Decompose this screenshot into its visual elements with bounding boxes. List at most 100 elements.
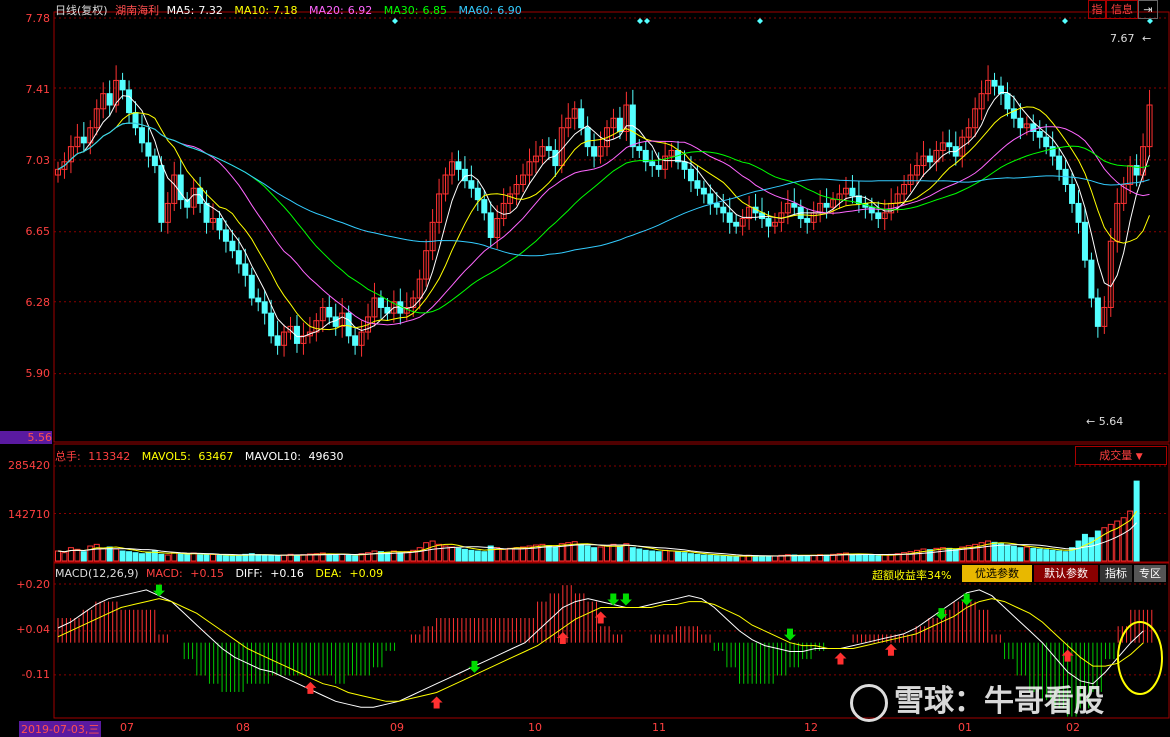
candle-body (823, 202, 830, 208)
signal-arrows (152, 18, 1153, 709)
volume-bar (765, 555, 772, 562)
volume-bar (675, 551, 682, 562)
candle-body (455, 161, 462, 170)
candle-body (991, 79, 998, 87)
volume-bar (281, 554, 288, 562)
volume-bar (126, 551, 133, 562)
mavol5-line (57, 510, 1138, 557)
low-price-label: ← 5.64 (1086, 415, 1124, 428)
diff-value: DIFF: +0.16 (235, 567, 304, 580)
volume-bar (1010, 545, 1017, 562)
candle-body (616, 117, 623, 133)
volume-bar (448, 546, 455, 562)
candle-body (687, 168, 694, 182)
volume-bar (797, 555, 804, 562)
volume-bar (222, 555, 229, 562)
candle-body (1043, 136, 1050, 148)
month-tick: 01 (958, 721, 972, 734)
candle-body (875, 212, 882, 220)
volume-bar (636, 548, 643, 562)
candle-body (145, 142, 152, 157)
volume-bar (545, 545, 552, 562)
candle-body (1094, 297, 1101, 327)
candle-body (474, 187, 481, 201)
highlight-circle (1117, 621, 1163, 695)
volume-bar (1030, 547, 1037, 562)
volume-bar (759, 555, 766, 562)
candle-body (197, 187, 204, 204)
index-button[interactable]: 指 (1088, 0, 1106, 19)
volume-bar (1036, 548, 1043, 562)
month-tick: 07 (120, 721, 134, 734)
volume-bar (1133, 480, 1140, 562)
candle-body (720, 206, 727, 214)
candle-body (106, 93, 113, 106)
candle-body (248, 274, 255, 299)
volume-bar (868, 554, 875, 562)
volume-bar (67, 547, 74, 562)
price-tick-2: 7.41 (25, 83, 51, 96)
xueqiu-logo-icon (850, 683, 888, 722)
candle-body (1088, 259, 1095, 299)
macd-value: MACD: +0.15 (146, 567, 224, 580)
candle-body (261, 301, 268, 314)
volume-bar (584, 545, 591, 562)
volume-bar (461, 548, 468, 562)
candle-body (255, 297, 262, 303)
volume-bar (739, 555, 746, 562)
candle-body (765, 218, 772, 227)
candle-body (242, 263, 249, 276)
zone-button[interactable]: 专区 (1134, 565, 1166, 582)
candle-body (1075, 202, 1082, 223)
candle-body (926, 155, 933, 163)
volume-bar (875, 555, 882, 562)
volume-bar (507, 547, 514, 562)
candle-body (655, 165, 662, 170)
candle-body (733, 221, 740, 227)
volume-bar (203, 554, 210, 562)
buy-arrow-icon (430, 696, 443, 709)
default-params-button[interactable]: 默认参数 (1034, 565, 1098, 582)
volume-bar (726, 555, 733, 562)
volume-bar (255, 554, 262, 562)
candle-body (726, 212, 733, 223)
price-tick-5: 6.28 (25, 296, 51, 309)
candle-body (707, 193, 714, 204)
volume-tick-1: 285420 (8, 459, 50, 472)
volume-bar (604, 545, 610, 562)
mavol10-label: MAVOL10: 49630 (244, 450, 344, 463)
chart-canvas[interactable] (0, 0, 1170, 737)
indicator-selector[interactable]: 成交量 ▼ (1075, 446, 1167, 465)
volume-bar (345, 554, 352, 562)
candle-body (229, 240, 236, 252)
volume-bar (1062, 551, 1069, 562)
volume-bar (235, 554, 242, 562)
candle-body (345, 312, 352, 337)
stock-name: 湖南海利 (115, 4, 160, 17)
candle-body (1081, 221, 1088, 261)
volume-bar (1101, 527, 1108, 562)
volume-bar (591, 547, 598, 562)
volume-bar (997, 543, 1004, 562)
volume-bar (87, 545, 94, 562)
volume-bar (1094, 530, 1101, 562)
macd-header: MACD(12,26,9) MACD: +0.15 DIFF: +0.16 DE… (55, 567, 391, 580)
volume-bar (616, 545, 623, 562)
exit-icon[interactable]: ⇥ (1138, 0, 1158, 19)
volume-tick-2: 142710 (8, 508, 50, 521)
ma20-label: MA20: 6.92 (309, 4, 373, 17)
candle-body (377, 297, 384, 308)
info-button[interactable]: 信息 (1106, 0, 1138, 19)
volume-bar (100, 547, 107, 562)
watermark: 雪球：牛哥看股 (850, 676, 1108, 722)
candle-body (591, 146, 598, 157)
volume-bar (177, 553, 184, 562)
candle-body (268, 312, 275, 337)
volume-bar (552, 546, 559, 562)
volume-bar (642, 549, 649, 562)
volume-bar (810, 554, 817, 562)
volume-bar (216, 554, 223, 562)
indicator-button[interactable]: 指标 (1100, 565, 1132, 582)
optimize-params-button[interactable]: 优选参数 (962, 565, 1032, 582)
volume-bar (487, 545, 494, 562)
